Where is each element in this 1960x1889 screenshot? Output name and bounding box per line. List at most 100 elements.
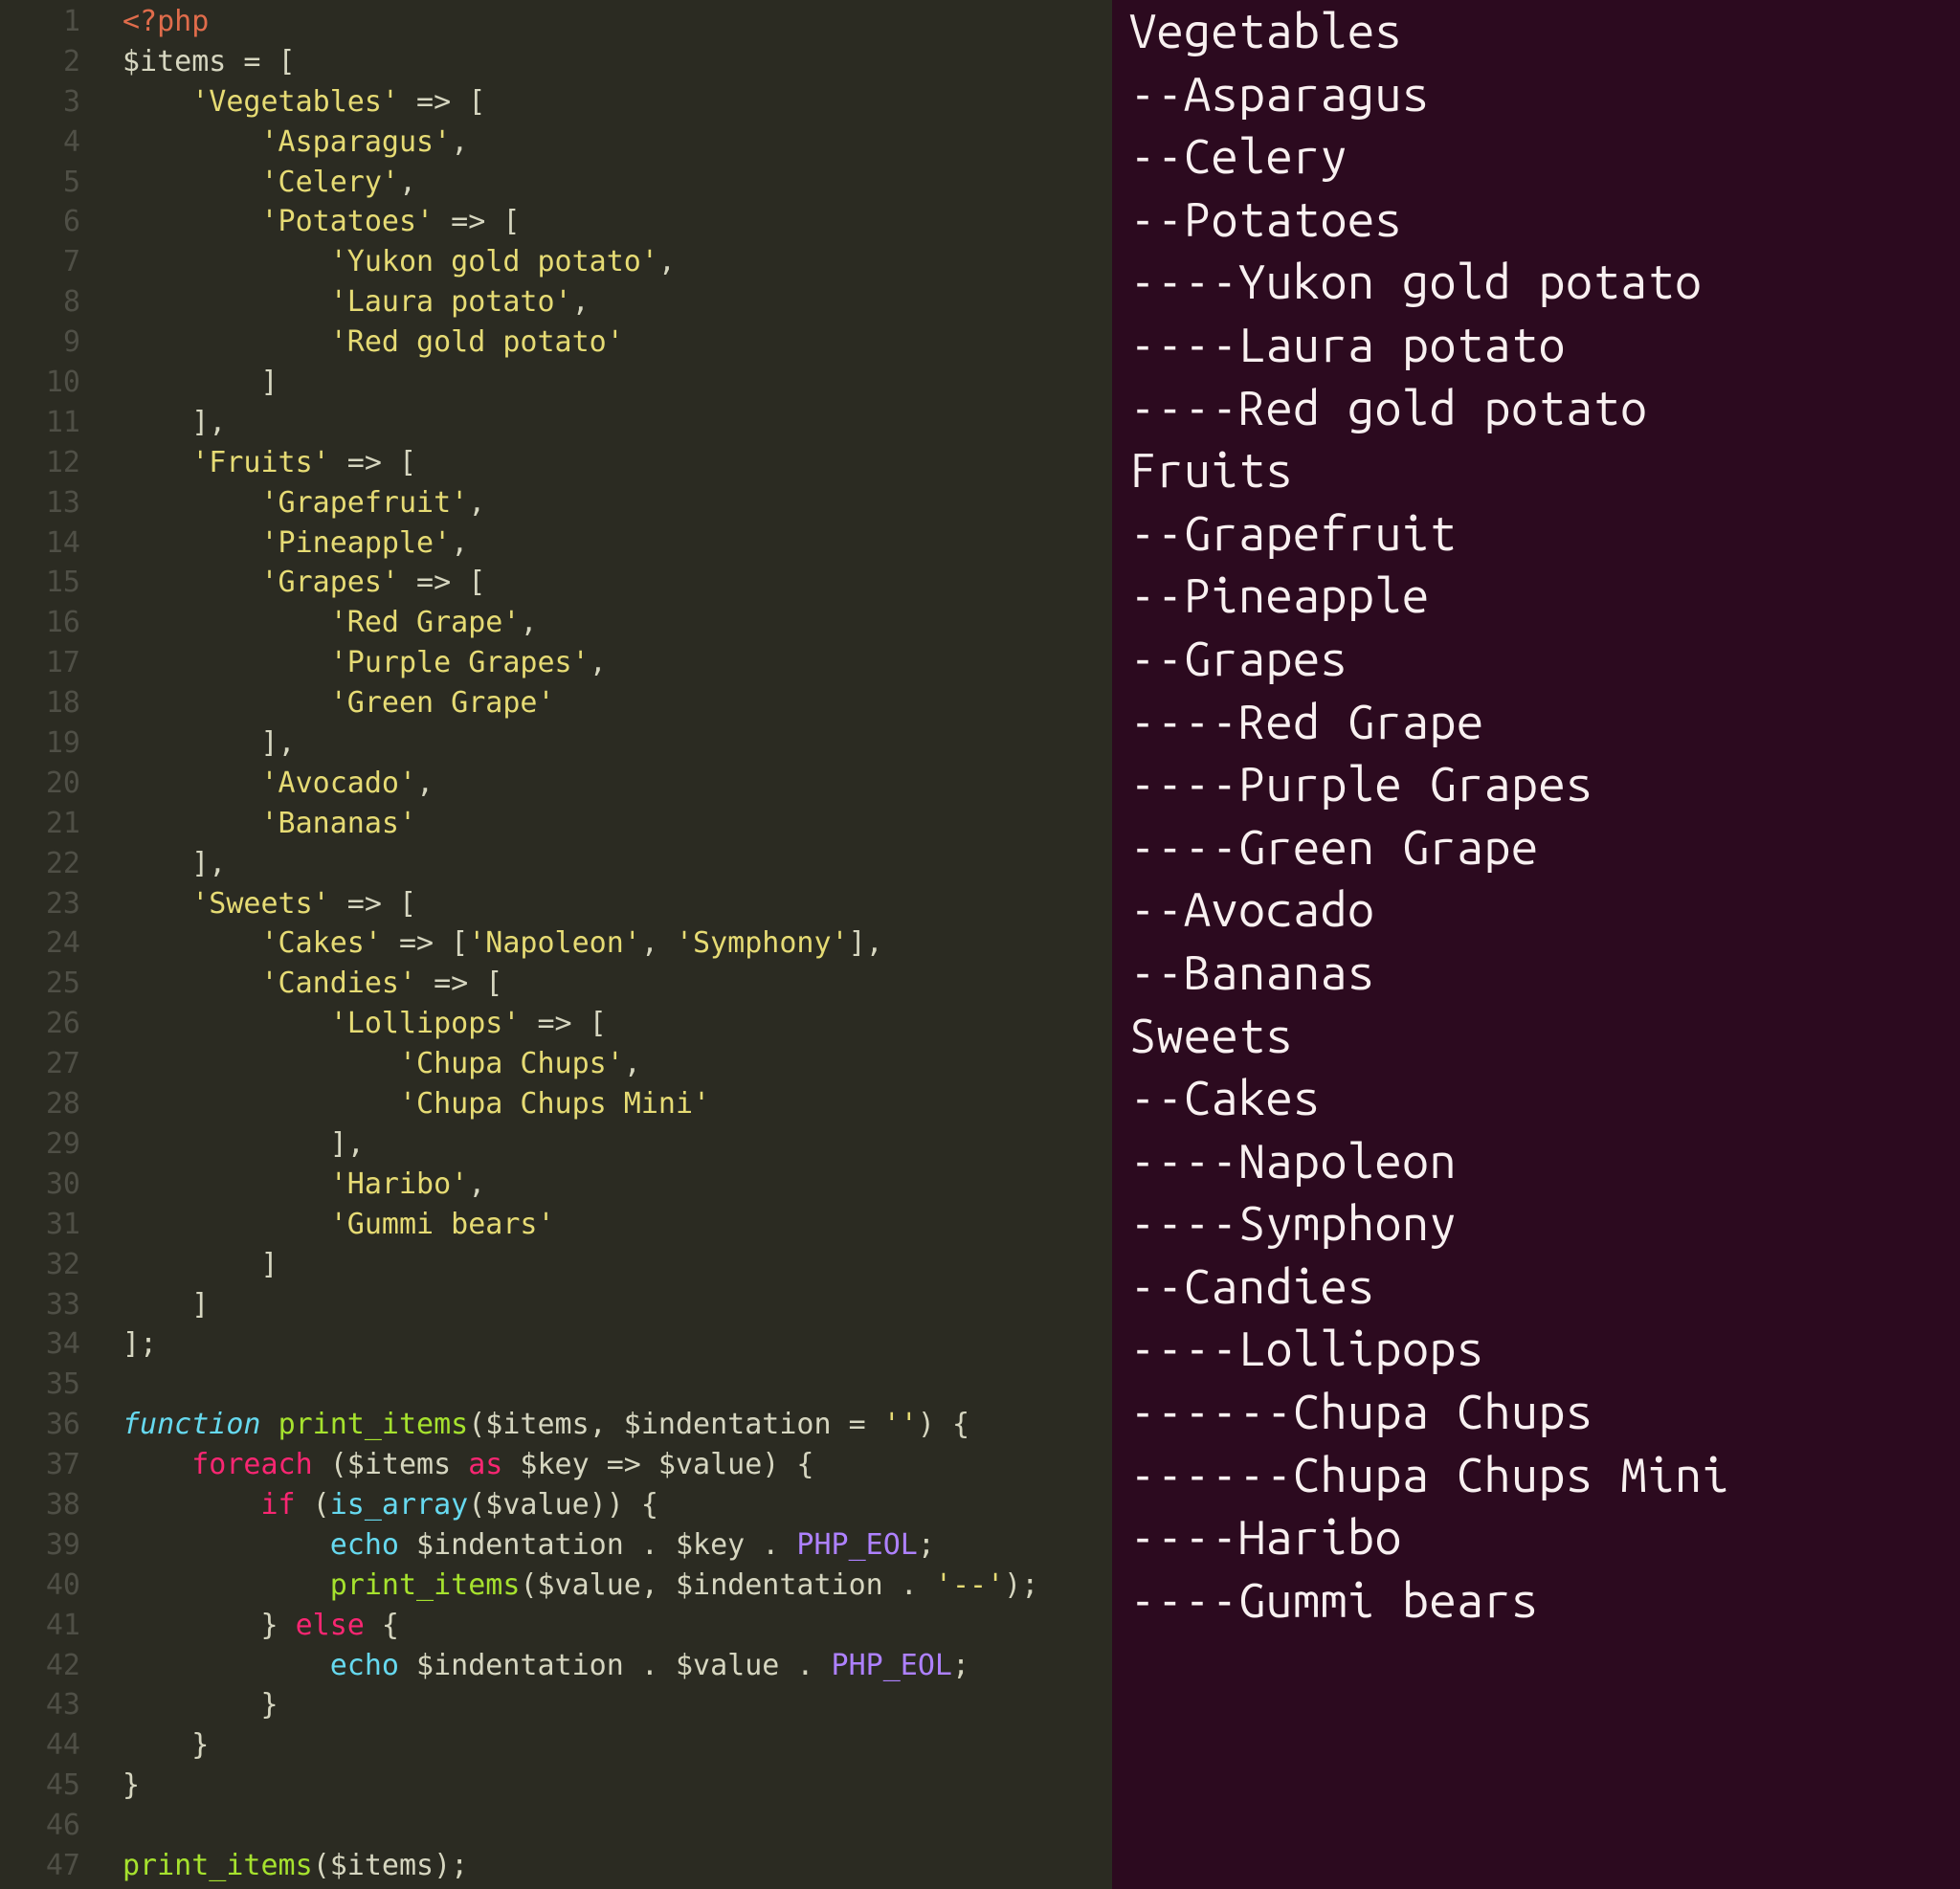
code-line[interactable]: 'Grapefruit',	[122, 483, 1112, 523]
code-line[interactable]: }	[122, 1725, 1112, 1766]
code-line[interactable]: 'Vegetables' => [	[122, 82, 1112, 122]
code-content[interactable]: <?php$items = [ 'Vegetables' => [ 'Aspar…	[100, 0, 1112, 1889]
code-line[interactable]: if (is_array($value)) {	[122, 1485, 1112, 1525]
code-line[interactable]: 'Potatoes' => [	[122, 202, 1112, 242]
terminal-line: ----Red gold potato	[1129, 377, 1943, 440]
terminal-line: --Avocado	[1129, 878, 1943, 942]
line-number: 9	[0, 322, 80, 363]
line-number: 45	[0, 1766, 80, 1806]
code-line[interactable]: 'Avocado',	[122, 764, 1112, 804]
code-line[interactable]	[122, 1806, 1112, 1846]
line-number: 23	[0, 884, 80, 924]
code-line[interactable]: 'Gummi bears'	[122, 1205, 1112, 1245]
line-number: 39	[0, 1525, 80, 1566]
line-number: 26	[0, 1004, 80, 1044]
code-line[interactable]: 'Purple Grapes',	[122, 643, 1112, 683]
line-number: 15	[0, 563, 80, 603]
line-number-gutter: 1234567891011121314151617181920212223242…	[0, 0, 100, 1889]
code-line[interactable]: 'Grapes' => [	[122, 563, 1112, 603]
code-line[interactable]: 'Yukon gold potato',	[122, 242, 1112, 282]
line-number: 32	[0, 1245, 80, 1285]
code-line[interactable]: echo $indentation . $value . PHP_EOL;	[122, 1646, 1112, 1686]
code-line[interactable]: 'Red Grape',	[122, 603, 1112, 643]
terminal-line: --Pineapple	[1129, 565, 1943, 628]
line-number: 19	[0, 723, 80, 764]
line-number: 16	[0, 603, 80, 643]
code-line[interactable]: 'Haribo',	[122, 1165, 1112, 1205]
line-number: 29	[0, 1124, 80, 1165]
terminal-line: Fruits	[1129, 439, 1943, 502]
code-line[interactable]: ],	[122, 403, 1112, 443]
line-number: 44	[0, 1725, 80, 1766]
line-number: 25	[0, 964, 80, 1004]
code-line[interactable]: ];	[122, 1324, 1112, 1365]
terminal-line: ----Laura potato	[1129, 314, 1943, 377]
line-number: 42	[0, 1646, 80, 1686]
line-number: 22	[0, 844, 80, 884]
code-line[interactable]: 'Celery',	[122, 163, 1112, 203]
code-line[interactable]: 'Fruits' => [	[122, 443, 1112, 483]
terminal-line: --Cakes	[1129, 1067, 1943, 1130]
line-number: 11	[0, 403, 80, 443]
code-line[interactable]: foreach ($items as $key => $value) {	[122, 1445, 1112, 1485]
terminal-line: ------Chupa Chups	[1129, 1381, 1943, 1444]
line-number: 43	[0, 1685, 80, 1725]
line-number: 30	[0, 1165, 80, 1205]
code-line[interactable]: echo $indentation . $key . PHP_EOL;	[122, 1525, 1112, 1566]
terminal-line: ----Green Grape	[1129, 816, 1943, 879]
code-line[interactable]: }	[122, 1766, 1112, 1806]
code-line[interactable]: }	[122, 1685, 1112, 1725]
terminal-output-pane[interactable]: Vegetables--Asparagus--Celery--Potatoes-…	[1112, 0, 1960, 1889]
code-line[interactable]: 'Bananas'	[122, 804, 1112, 844]
line-number: 35	[0, 1365, 80, 1405]
code-line[interactable]: 'Cakes' => ['Napoleon', 'Symphony'],	[122, 923, 1112, 964]
code-line[interactable]: $items = [	[122, 42, 1112, 82]
line-number: 10	[0, 363, 80, 403]
line-number: 8	[0, 282, 80, 322]
terminal-line: --Grapes	[1129, 628, 1943, 691]
line-number: 5	[0, 163, 80, 203]
code-line[interactable]: ],	[122, 1124, 1112, 1165]
terminal-line: ----Symphony	[1129, 1192, 1943, 1256]
line-number: 13	[0, 483, 80, 523]
code-line[interactable]	[122, 1365, 1112, 1405]
terminal-line: --Asparagus	[1129, 63, 1943, 126]
terminal-line: ----Yukon gold potato	[1129, 251, 1943, 314]
code-line[interactable]: <?php	[122, 2, 1112, 42]
terminal-line: ----Lollipops	[1129, 1318, 1943, 1381]
code-line[interactable]: 'Sweets' => [	[122, 884, 1112, 924]
code-line[interactable]: 'Green Grape'	[122, 683, 1112, 723]
code-line[interactable]: 'Chupa Chups',	[122, 1044, 1112, 1084]
code-line[interactable]: 'Asparagus',	[122, 122, 1112, 163]
code-line[interactable]: ]	[122, 363, 1112, 403]
code-line[interactable]: 'Candies' => [	[122, 964, 1112, 1004]
line-number: 28	[0, 1084, 80, 1124]
terminal-line: Vegetables	[1129, 0, 1943, 63]
code-line[interactable]: 'Red gold potato'	[122, 322, 1112, 363]
terminal-line: --Celery	[1129, 125, 1943, 189]
line-number: 31	[0, 1205, 80, 1245]
line-number: 24	[0, 923, 80, 964]
code-line[interactable]: ],	[122, 723, 1112, 764]
code-line[interactable]: 'Chupa Chups Mini'	[122, 1084, 1112, 1124]
code-line[interactable]: ]	[122, 1285, 1112, 1325]
line-number: 18	[0, 683, 80, 723]
code-line[interactable]: function print_items($items, $indentatio…	[122, 1405, 1112, 1445]
code-line[interactable]: 'Pineapple',	[122, 523, 1112, 564]
line-number: 12	[0, 443, 80, 483]
code-line[interactable]: print_items($value, $indentation . '--')…	[122, 1566, 1112, 1606]
code-line[interactable]: } else {	[122, 1606, 1112, 1646]
terminal-line: --Grapefruit	[1129, 502, 1943, 566]
code-line[interactable]: print_items($items);	[122, 1846, 1112, 1886]
terminal-line: ----Haribo	[1129, 1506, 1943, 1569]
code-line[interactable]: ]	[122, 1245, 1112, 1285]
terminal-line: Sweets	[1129, 1005, 1943, 1068]
line-number: 14	[0, 523, 80, 564]
line-number: 2	[0, 42, 80, 82]
line-number: 36	[0, 1405, 80, 1445]
line-number: 40	[0, 1566, 80, 1606]
code-line[interactable]: 'Lollipops' => [	[122, 1004, 1112, 1044]
code-editor-pane[interactable]: 1234567891011121314151617181920212223242…	[0, 0, 1112, 1889]
code-line[interactable]: 'Laura potato',	[122, 282, 1112, 322]
code-line[interactable]: ],	[122, 844, 1112, 884]
